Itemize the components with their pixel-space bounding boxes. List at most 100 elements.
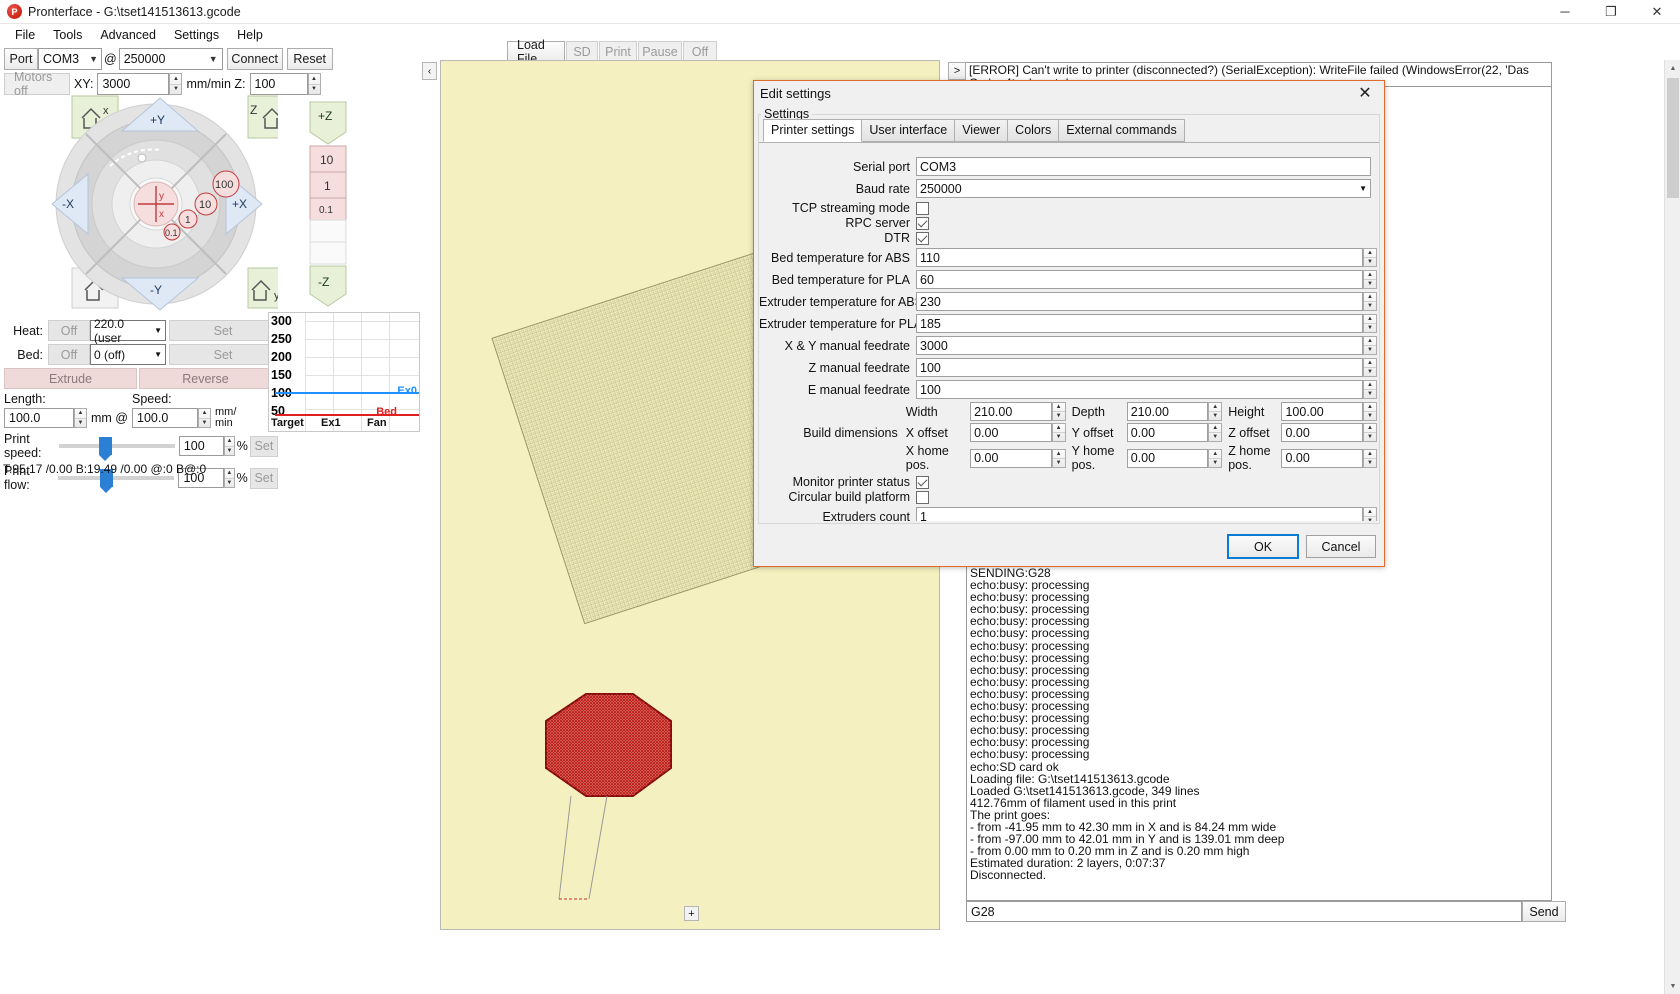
tab-user-interface[interactable]: User interface (861, 119, 956, 142)
close-button[interactable]: ✕ (1634, 0, 1680, 24)
connect-button[interactable]: Connect (226, 48, 283, 70)
bd-width-input[interactable]: 210.00 (970, 402, 1052, 421)
heat-set-button[interactable]: Set (169, 320, 277, 341)
print-flow-stepper[interactable]: ▲ ▼ (224, 468, 235, 488)
bd-yhome-stepper[interactable]: ▲ ▼ (1208, 448, 1223, 468)
tcp-streaming-mode-checkbox[interactable] (916, 201, 929, 215)
bed-temp-abs-input[interactable]: 110 (916, 248, 1363, 267)
bd-xhome-stepper[interactable]: ▲ ▼ (1051, 448, 1066, 468)
heat-temp-select[interactable]: 220.0 (user ▼ (90, 317, 166, 345)
z-manual-feedrate-stepper[interactable]: ▲ ▼ (1363, 358, 1377, 377)
baud-rate-select[interactable]: 250000 ▼ (916, 179, 1371, 198)
printer-settings-form: Serial port COM3 Baud rate 250000 ▼ TCP … (759, 153, 1377, 521)
scroll-up-arrow[interactable]: ▲ (1665, 60, 1680, 76)
print-speed-slider[interactable] (59, 437, 175, 461)
bd-yoffset-input[interactable]: 0.00 (1126, 423, 1209, 442)
baud-select[interactable]: 250000 ▼ (118, 48, 223, 70)
maximize-button[interactable]: ❐ (1588, 0, 1634, 24)
tab-printer-settings[interactable]: Printer settings (763, 119, 863, 142)
extruders-count-input[interactable]: 1 (916, 507, 1363, 521)
port-select[interactable]: COM3 ▼ (38, 48, 102, 70)
extruder-temp-pla-stepper[interactable]: ▲ ▼ (1363, 314, 1377, 333)
error-expand-button[interactable]: > (948, 62, 966, 80)
field-label: Monitor printer status (792, 475, 910, 489)
bd-yhome-input[interactable]: 0.00 (1126, 448, 1209, 468)
menu-settings[interactable]: Settings (165, 26, 228, 44)
print-speed-stepper[interactable]: ▲ ▼ (224, 436, 235, 456)
bed-temp-select[interactable]: 0 (off) ▼ (90, 344, 166, 365)
length-label: Length: (4, 392, 46, 406)
bd-xhome-input[interactable]: 0.00 (970, 448, 1052, 468)
bd-xoffset-stepper[interactable]: ▲ ▼ (1051, 423, 1066, 442)
print-speed-row: Print speed: 100 ▲ ▼ % Set (4, 432, 278, 461)
print-speed-set-button[interactable]: Set (249, 435, 278, 457)
speed-stepper[interactable]: ▲ ▼ (198, 408, 211, 428)
baud-select-value: 250000 (123, 52, 166, 66)
reverse-button[interactable]: Reverse (139, 368, 272, 389)
jog-dial-svg[interactable]: x Z y +Y -Y -X +X y x 100 10 1 0.1 (0, 86, 293, 316)
scroll-down-arrow[interactable]: ▼ (1665, 978, 1680, 994)
bed-off-button[interactable]: Off (48, 344, 90, 365)
tab-viewer[interactable]: Viewer (954, 119, 1009, 142)
bd-depth-stepper[interactable]: ▲ ▼ (1208, 402, 1223, 421)
send-button[interactable]: Send (1522, 901, 1566, 922)
jog-control-widget[interactable]: x Z y +Y -Y -X +X y x 100 10 1 0.1 +Z 10… (0, 86, 347, 316)
xy-manual-feedrate-input[interactable]: 3000 (916, 336, 1363, 355)
scrollbar-thumb[interactable] (1667, 78, 1679, 198)
bd-width-stepper[interactable]: ▲ ▼ (1051, 402, 1066, 421)
e-manual-feedrate-stepper[interactable]: ▲ ▼ (1363, 380, 1377, 399)
z-jog-column[interactable]: +Z 10 1 0.1 -Z (306, 98, 350, 310)
bd-height-input[interactable]: 100.00 (1281, 402, 1363, 421)
tab-colors[interactable]: Colors (1007, 119, 1060, 142)
bed-temp-abs-stepper[interactable]: ▲ ▼ (1363, 248, 1377, 267)
menu-tools[interactable]: Tools (44, 26, 91, 44)
e-manual-feedrate-input[interactable]: 100 (916, 380, 1363, 399)
cancel-button[interactable]: Cancel (1306, 535, 1376, 558)
extruder-temp-abs-stepper[interactable]: ▲ ▼ (1363, 292, 1377, 311)
menu-advanced[interactable]: Advanced (91, 26, 165, 44)
serial-port-input[interactable]: COM3 (916, 157, 1371, 176)
speed-input[interactable]: 100.0 (132, 408, 198, 428)
z-manual-feedrate-input[interactable]: 100 (916, 358, 1363, 377)
edit-settings-dialog[interactable]: Edit settings ✕ Settings Printer setting… (753, 80, 1385, 567)
bd-zhome-input[interactable]: 0.00 (1281, 448, 1363, 468)
menu-help[interactable]: Help (228, 26, 272, 44)
length-stepper[interactable]: ▲ ▼ (74, 408, 87, 428)
bed-set-button[interactable]: Set (169, 344, 277, 365)
zoom-in-button[interactable]: + (684, 906, 699, 921)
minimize-button[interactable]: ─ (1542, 0, 1588, 24)
bd-zoffset-stepper[interactable]: ▲ ▼ (1362, 423, 1377, 442)
reset-button[interactable]: Reset (286, 48, 333, 70)
dialog-close-icon[interactable]: ✕ (1352, 82, 1378, 104)
print-flow-slider[interactable] (58, 469, 175, 493)
dtr-checkbox[interactable] (916, 231, 929, 245)
bed-temp-pla-stepper[interactable]: ▲ ▼ (1363, 270, 1377, 289)
bd-yoffset-stepper[interactable]: ▲ ▼ (1208, 423, 1223, 442)
port-button[interactable]: Port (4, 48, 38, 70)
ok-button[interactable]: OK (1227, 534, 1299, 559)
rpc-server-checkbox[interactable] (916, 216, 929, 230)
window-scrollbar[interactable]: ▲ ▼ (1664, 60, 1680, 994)
extruder-temp-pla-input[interactable]: 185 (916, 314, 1363, 333)
bd-xoffset-input[interactable]: 0.00 (970, 423, 1052, 442)
tab-external-commands[interactable]: External commands (1058, 119, 1185, 142)
bd-height-stepper[interactable]: ▲ ▼ (1362, 402, 1377, 421)
bd-zhome-stepper[interactable]: ▲ ▼ (1362, 448, 1377, 468)
heat-off-button[interactable]: Off (48, 320, 90, 341)
menu-file[interactable]: File (6, 26, 44, 44)
z-feedrate-stepper[interactable]: ▲ ▼ (307, 73, 321, 95)
extrude-button[interactable]: Extrude (4, 368, 137, 389)
print-speed-input[interactable]: 100 (178, 436, 225, 456)
extruder-temp-abs-input[interactable]: 230 (916, 292, 1363, 311)
bd-zoffset-input[interactable]: 0.00 (1281, 423, 1363, 442)
bd-depth-input[interactable]: 210.00 (1126, 402, 1209, 421)
xy-manual-feedrate-stepper[interactable]: ▲ ▼ (1363, 336, 1377, 355)
length-input[interactable]: 100.0 (4, 408, 74, 428)
monitor-printer-status-checkbox[interactable] (916, 475, 929, 489)
send-command-input[interactable]: G28 (966, 901, 1522, 922)
circular-build-platform-checkbox[interactable] (916, 490, 929, 504)
print-flow-set-button[interactable]: Set (249, 467, 278, 489)
extruders-count-stepper[interactable]: ▲ ▼ (1363, 507, 1377, 521)
bed-temp-pla-input[interactable]: 60 (916, 270, 1363, 289)
collapse-panel-button[interactable]: ‹ (422, 62, 437, 80)
